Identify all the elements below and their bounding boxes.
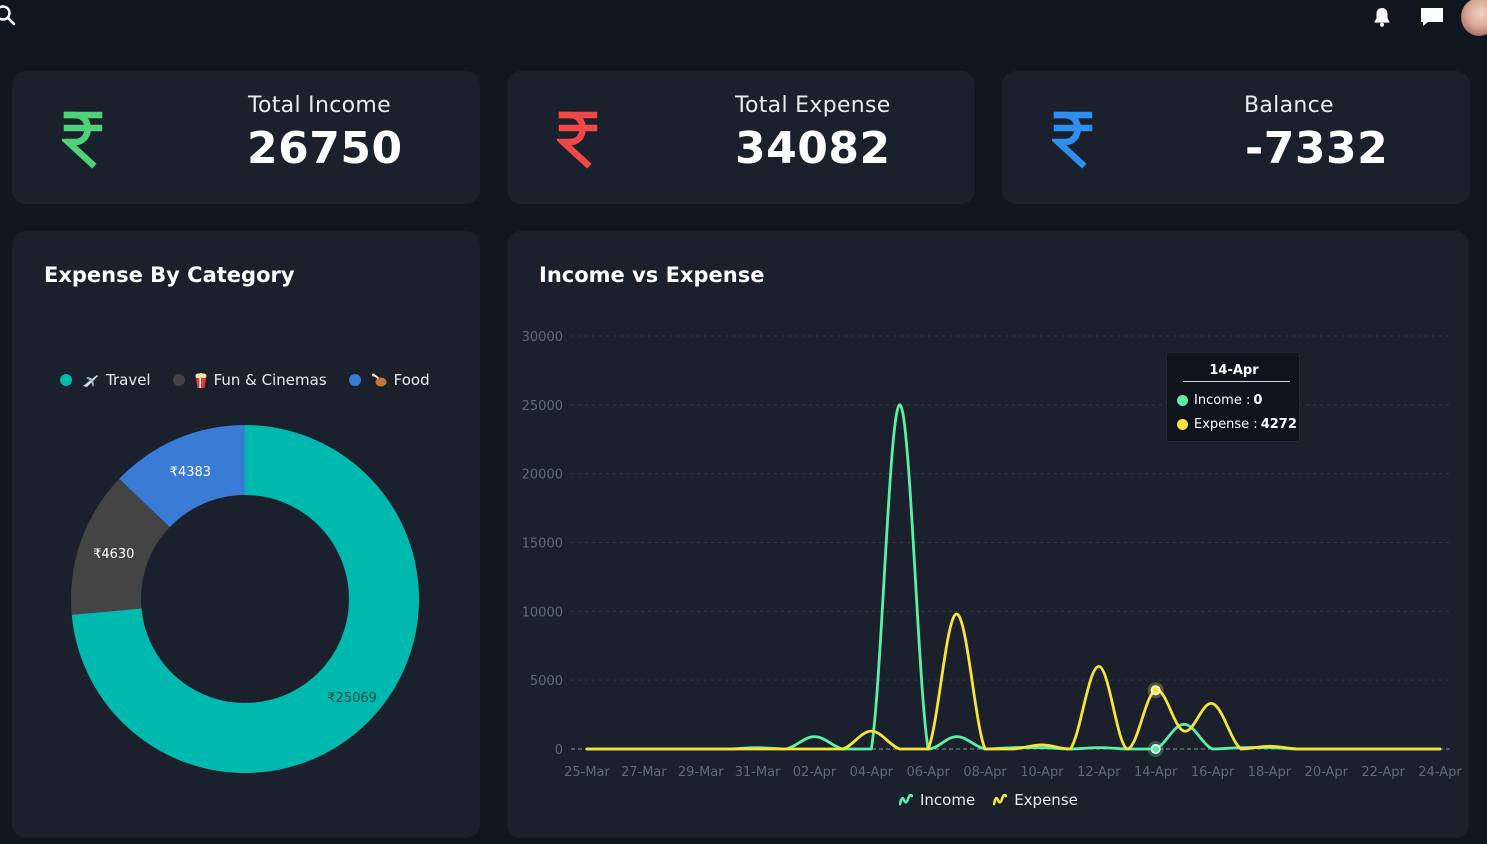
- x-tick-label: 02-Apr: [793, 765, 837, 780]
- bell-icon[interactable]: [1370, 5, 1394, 29]
- series-line-expense[interactable]: [585, 612, 1442, 751]
- chat-icon[interactable]: [1419, 5, 1445, 29]
- x-tick-label: 06-Apr: [906, 765, 950, 780]
- x-tick-label: 31-Mar: [735, 765, 781, 780]
- balance-value: -7332: [1245, 123, 1389, 174]
- x-tick-label: 10-Apr: [1020, 765, 1064, 780]
- tooltip-income-row: Income : 0: [1177, 393, 1262, 408]
- legend-item-expense[interactable]: Expense: [993, 791, 1078, 809]
- rupee-icon: [557, 111, 598, 169]
- tooltip-expense-label: Expense :: [1194, 417, 1258, 432]
- income-label: Total Income: [248, 93, 391, 118]
- category-panel: Expense By Category Travel Fun & Cinemas: [12, 231, 480, 838]
- legend-item-income[interactable]: Income: [899, 791, 975, 809]
- hover-point-expense[interactable]: [1150, 685, 1161, 696]
- donut-data-label: ₹4383: [170, 465, 211, 480]
- line-legend-icon: [899, 794, 913, 806]
- x-tick-label: 25-Mar: [564, 765, 610, 780]
- x-tick-label: 14-Apr: [1134, 765, 1178, 780]
- x-tick-label: 18-Apr: [1248, 765, 1292, 780]
- x-tick-label: 12-Apr: [1077, 765, 1121, 780]
- hover-point-income[interactable]: [1150, 743, 1161, 754]
- donut-chart: ₹25069 ₹4630 ₹4383: [71, 425, 419, 773]
- x-tick-label: 08-Apr: [963, 765, 1007, 780]
- x-tick-label: 04-Apr: [850, 765, 894, 780]
- donut-data-label: ₹4630: [93, 547, 134, 562]
- search-icon[interactable]: [0, 4, 16, 26]
- balance-card: Balance -7332: [1002, 71, 1470, 204]
- rupee-icon: [62, 111, 103, 169]
- expense-label: Total Expense: [735, 93, 891, 118]
- trend-legend: Income Expense: [899, 791, 1096, 809]
- tooltip-income-dot: [1177, 395, 1188, 406]
- y-tick-label: 10000: [522, 605, 563, 620]
- tooltip-income-value: 0: [1253, 393, 1263, 408]
- tooltip-expense-row: Expense : 4272: [1177, 417, 1297, 432]
- x-tick-label: 22-Apr: [1361, 765, 1405, 780]
- legend-label: Expense: [1014, 791, 1078, 809]
- y-tick-label: 20000: [522, 468, 563, 483]
- tooltip-expense-dot: [1177, 419, 1188, 430]
- income-card: Total Income 26750: [12, 71, 480, 204]
- x-tick-label: 29-Mar: [678, 765, 724, 780]
- balance-label: Balance: [1244, 93, 1334, 118]
- expense-card: Total Expense 34082: [507, 71, 975, 204]
- x-tick-label: 16-Apr: [1191, 765, 1235, 780]
- rupee-icon: [1052, 111, 1093, 169]
- legend-label: Income: [920, 791, 976, 809]
- donut-data-label: ₹25069: [327, 691, 377, 706]
- trend-panel: Income vs Expense 0 5000 10000 15000 20000 25…: [507, 231, 1469, 838]
- y-tick-label: 25000: [522, 399, 563, 414]
- tooltip-date: 14-Apr: [1209, 363, 1259, 378]
- x-tick-label: 20-Apr: [1305, 765, 1349, 780]
- line-chart[interactable]: 0 5000 10000 15000 20000 25000 30000 25-Mar 27-M…: [507, 231, 1469, 838]
- x-tick-label: 24-Apr: [1418, 765, 1462, 780]
- tooltip-divider: [1183, 381, 1290, 382]
- expense-value: 34082: [735, 123, 891, 174]
- y-tick-label: 15000: [522, 537, 563, 552]
- y-tick-label: 5000: [530, 674, 563, 689]
- chart-tooltip: 14-Apr Income : 0 Expense : 4272: [1166, 352, 1300, 442]
- series-line-income[interactable]: [585, 403, 1442, 751]
- tooltip-income-label: Income :: [1194, 393, 1251, 408]
- top-bar: [0, 0, 1487, 40]
- line-legend-icon: [993, 794, 1008, 806]
- tooltip-expense-value: 4272: [1260, 417, 1297, 432]
- income-value: 26750: [247, 123, 403, 174]
- y-tick-label: 30000: [522, 330, 563, 345]
- avatar[interactable]: [1461, 0, 1487, 36]
- y-tick-label: 0: [555, 743, 563, 758]
- x-tick-label: 27-Mar: [621, 765, 667, 780]
